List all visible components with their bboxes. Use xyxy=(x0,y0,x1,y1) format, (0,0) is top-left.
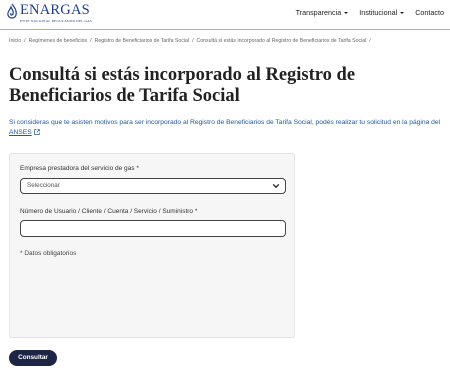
nav-transparencia-label: Transparencia xyxy=(295,8,342,17)
logo-subtitle: ENTE NACIONAL REGULADOR DEL GAS xyxy=(20,19,93,23)
page-title: Consultá si estás incorporado al Registr… xyxy=(9,65,356,106)
description-text: Si consideras que te asisten motivos par… xyxy=(9,119,441,126)
enargas-logo[interactable]: ENARGAS ENTE NACIONAL REGULADOR DEL GAS xyxy=(6,3,92,23)
consultar-button[interactable]: Consultar xyxy=(9,350,57,366)
breadcrumb-current: Consultá si estás incorporado al Registr… xyxy=(196,38,367,44)
breadcrumb: Inicio / Regímenes de beneficios / Regis… xyxy=(9,38,374,44)
company-label: Empresa prestadora del servicio de gas * xyxy=(20,165,139,172)
company-select-value: Seleccionar xyxy=(27,182,60,189)
nav-contacto-label: Contacto xyxy=(415,8,444,17)
nav-institucional-label: Institucional xyxy=(359,8,398,17)
user-number-input[interactable] xyxy=(20,220,286,237)
main-nav: Transparencia Institucional Contacto xyxy=(296,8,444,17)
company-select[interactable]: Seleccionar xyxy=(20,178,286,194)
required-note: * Datos obligatorios xyxy=(20,250,77,257)
nav-institucional[interactable]: Institucional xyxy=(359,8,405,17)
caret-down-icon xyxy=(400,11,405,14)
logo-wordmark: ENARGAS xyxy=(20,2,90,18)
breadcrumb-separator: / xyxy=(24,38,26,44)
breadcrumb-registro[interactable]: Registro de Beneficiarios de Tarifa Soci… xyxy=(95,38,189,44)
flame-logo-icon xyxy=(7,3,17,19)
breadcrumb-separator: / xyxy=(369,38,371,44)
user-number-label: Número de Usuario / Cliente / Cuenta / S… xyxy=(20,208,198,215)
chevron-down-icon xyxy=(272,183,280,189)
caret-down-icon xyxy=(344,11,349,14)
external-link-icon xyxy=(33,129,40,135)
page-description: Si consideras que te asisten motivos par… xyxy=(9,118,449,138)
consulta-form: Empresa prestadora del servicio de gas *… xyxy=(9,153,295,338)
breadcrumb-regimenes[interactable]: Regímenes de beneficios xyxy=(29,38,88,44)
breadcrumb-separator: / xyxy=(90,38,92,44)
breadcrumb-inicio[interactable]: Inicio xyxy=(9,38,21,44)
anses-link[interactable]: ANSES xyxy=(9,129,32,136)
breadcrumb-separator: / xyxy=(192,38,194,44)
nav-contacto[interactable]: Contacto xyxy=(415,8,444,17)
nav-transparencia[interactable]: Transparencia xyxy=(296,8,349,17)
site-header: ENARGAS ENTE NACIONAL REGULADOR DEL GAS … xyxy=(0,0,450,30)
